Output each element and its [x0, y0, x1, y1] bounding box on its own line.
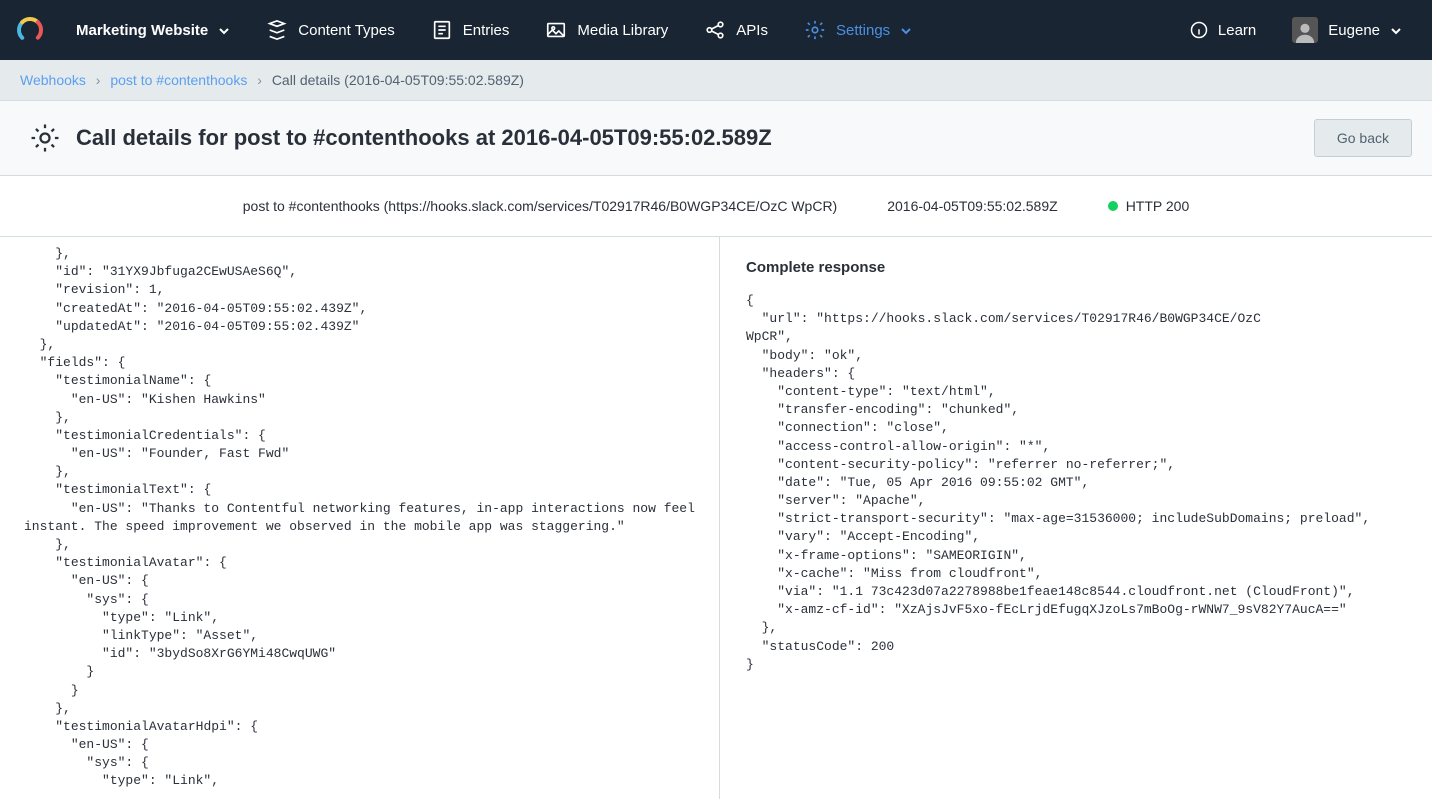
breadcrumb: Webhooks › post to #contenthooks › Call …	[0, 60, 1432, 101]
response-heading: Complete response	[746, 259, 1416, 276]
space-switcher[interactable]: Marketing Website	[58, 0, 248, 60]
gear-icon	[804, 19, 826, 41]
avatar-icon	[1292, 17, 1318, 43]
nav-learn[interactable]: Learn	[1172, 0, 1274, 60]
response-column: Complete response { "url": "https://hook…	[720, 237, 1432, 799]
breadcrumb-link-webhook[interactable]: post to #contenthooks	[110, 72, 247, 88]
nav-content-types[interactable]: Content Types	[248, 0, 412, 60]
summary-endpoint: post to #contenthooks (https://hooks.sla…	[243, 198, 837, 214]
breadcrumb-separator: ›	[96, 72, 101, 88]
request-column: }, "id": "31YX9Jbfuga2CEwUSAeS6Q", "revi…	[0, 237, 720, 799]
info-icon	[1190, 21, 1208, 39]
nav-apis[interactable]: APIs	[686, 0, 786, 60]
chevron-down-icon	[218, 24, 230, 36]
nav-label: Entries	[463, 22, 510, 39]
response-body-json: { "url": "https://hooks.slack.com/servic…	[746, 292, 1416, 674]
go-back-button[interactable]: Go back	[1314, 119, 1412, 157]
nav-entries[interactable]: Entries	[413, 0, 528, 60]
nav-settings[interactable]: Settings	[786, 0, 930, 60]
contentful-logo-icon[interactable]	[16, 16, 44, 44]
page-title: Call details for post to #contenthooks a…	[76, 125, 1314, 151]
status-text: HTTP 200	[1126, 198, 1190, 214]
summary-timestamp: 2016-04-05T09:55:02.589Z	[887, 198, 1057, 214]
nav-user[interactable]: Eugene	[1274, 0, 1420, 60]
nav-label: Media Library	[577, 22, 668, 39]
user-name: Eugene	[1328, 22, 1380, 39]
nav-label: Content Types	[298, 22, 394, 39]
nav-media-library[interactable]: Media Library	[527, 0, 686, 60]
request-body-json: }, "id": "31YX9Jbfuga2CEwUSAeS6Q", "revi…	[0, 245, 719, 791]
gear-icon	[28, 121, 62, 155]
chevron-down-icon	[1390, 24, 1402, 36]
summary-row: post to #contenthooks (https://hooks.sla…	[0, 176, 1432, 237]
chevron-down-icon	[900, 24, 912, 36]
title-bar: Call details for post to #contenthooks a…	[0, 101, 1432, 176]
status-dot-icon	[1108, 201, 1118, 211]
apis-icon	[704, 19, 726, 41]
details-columns: }, "id": "31YX9Jbfuga2CEwUSAeS6Q", "revi…	[0, 237, 1432, 799]
nav-label: APIs	[736, 22, 768, 39]
content-types-icon	[266, 19, 288, 41]
entries-icon	[431, 19, 453, 41]
breadcrumb-separator: ›	[257, 72, 262, 88]
top-nav: Marketing Website Content Types Entries …	[0, 0, 1432, 60]
summary-status: HTTP 200	[1108, 198, 1190, 214]
breadcrumb-current: Call details (2016-04-05T09:55:02.589Z)	[272, 72, 524, 88]
nav-label: Learn	[1218, 22, 1256, 39]
breadcrumb-link-webhooks[interactable]: Webhooks	[20, 72, 86, 88]
nav-label: Settings	[836, 22, 890, 39]
space-name: Marketing Website	[76, 22, 208, 39]
media-icon	[545, 19, 567, 41]
